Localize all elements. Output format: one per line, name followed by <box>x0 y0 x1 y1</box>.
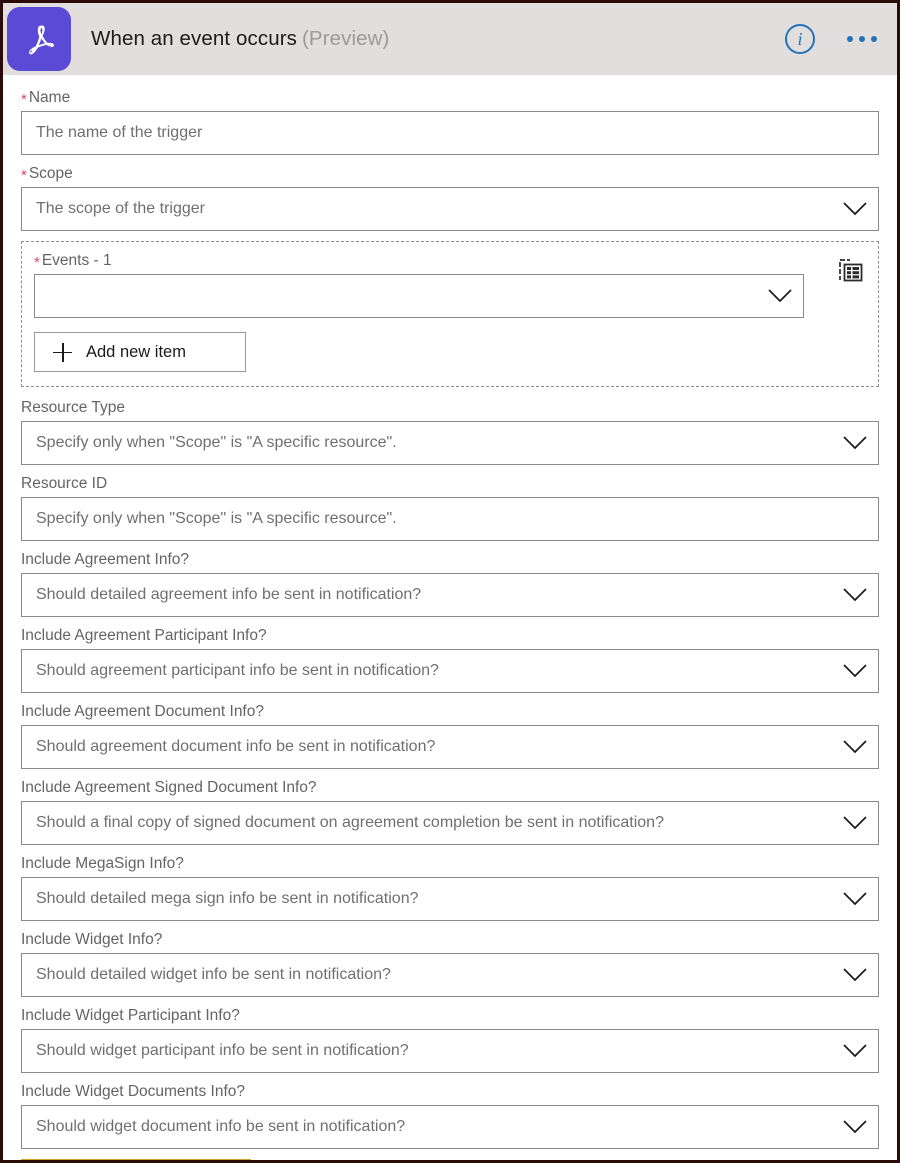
field-label-text: Include Widget Info? <box>21 931 163 948</box>
field-label: Resource ID <box>21 475 879 493</box>
field-label-text: Resource Type <box>21 399 125 416</box>
include-agreement-info-select[interactable]: Should detailed agreement info be sent i… <box>21 573 879 617</box>
required-marker: * <box>21 167 27 184</box>
field-label-text: Events - 1 <box>41 252 112 269</box>
required-marker: * <box>34 254 40 271</box>
include-widget-documents-info-select[interactable]: Should widget document info be sent in n… <box>21 1105 879 1149</box>
events-array-container: * Events - 1 Add new item <box>21 241 879 387</box>
chevron-down-icon[interactable] <box>832 891 878 907</box>
field-label-text: Include Widget Participant Info? <box>21 1007 240 1024</box>
card-header: When an event occurs (Preview) i <box>3 3 897 75</box>
include-agreement-participant-info-placeholder: Should agreement participant info be sen… <box>36 662 439 679</box>
field-label-text: Include Agreement Document Info? <box>21 703 264 720</box>
field-label: Include Agreement Signed Document Info? <box>21 779 879 797</box>
chevron-down-icon[interactable] <box>832 1119 878 1135</box>
field-label: Include Agreement Document Info? <box>21 703 879 721</box>
chevron-down-icon[interactable] <box>832 739 878 755</box>
resource-type-placeholder: Specify only when "Scope" is "A specific… <box>36 434 397 451</box>
field-label-text: Include Agreement Participant Info? <box>21 627 267 644</box>
include-widget-participant-info-select[interactable]: Should widget participant info be sent i… <box>21 1029 879 1073</box>
field-label-text: Include Agreement Info? <box>21 551 190 568</box>
chevron-down-icon[interactable] <box>832 201 878 217</box>
field-label: Include Widget Info? <box>21 931 879 949</box>
field-label: * Scope <box>21 165 879 184</box>
field-label: Include Agreement Participant Info? <box>21 627 879 645</box>
field-label-text: Name <box>28 89 71 106</box>
info-icon[interactable]: i <box>785 24 815 54</box>
card-body: * Name The name of the trigger * Scope The… <box>3 75 897 1160</box>
field-include-widget-participant-info: Include Widget Participant Info? Should w… <box>21 1007 879 1073</box>
field-label-text: Scope <box>28 165 73 182</box>
hide-advanced-options-button[interactable]: Hide advanced options <box>21 1159 251 1160</box>
chevron-down-icon[interactable] <box>832 587 878 603</box>
chevron-down-icon[interactable] <box>832 1043 878 1059</box>
events-select[interactable] <box>34 274 804 318</box>
include-megasign-info-placeholder: Should detailed mega sign info be sent i… <box>36 890 419 907</box>
chevron-down-icon[interactable] <box>832 435 878 451</box>
advanced-fields-list: Resource Type Specify only when "Scope" i… <box>21 399 879 1149</box>
resource-type-select[interactable]: Specify only when "Scope" is "A specific… <box>21 421 879 465</box>
field-label: Include Widget Participant Info? <box>21 1007 879 1025</box>
field-include-agreement-signed-document-info: Include Agreement Signed Document Info? S… <box>21 779 879 845</box>
field-resource-id: Resource ID Specify only when "Scope" is … <box>21 475 879 541</box>
field-include-agreement-participant-info: Include Agreement Participant Info? Shoul… <box>21 627 879 693</box>
advanced-toggle-wrap: Hide advanced options <box>21 1159 879 1160</box>
plus-icon <box>53 342 72 362</box>
preview-badge: (Preview) <box>301 27 390 50</box>
include-agreement-info-placeholder: Should detailed agreement info be sent i… <box>36 586 422 603</box>
ellipsis-icon[interactable] <box>845 28 879 50</box>
switch-to-array-input-icon[interactable] <box>836 256 866 286</box>
name-input-placeholder: The name of the trigger <box>36 124 203 141</box>
include-agreement-signed-document-info-placeholder: Should a final copy of signed document o… <box>36 814 664 831</box>
field-label-text: Include MegaSign Info? <box>21 855 184 872</box>
header-actions: i <box>785 3 879 75</box>
add-new-item-label: Add new item <box>86 342 186 361</box>
card-title: When an event occurs (Preview) <box>91 27 389 51</box>
include-megasign-info-select[interactable]: Should detailed mega sign info be sent i… <box>21 877 879 921</box>
add-new-item-button[interactable]: Add new item <box>34 332 246 372</box>
scope-select-placeholder: The scope of the trigger <box>36 200 205 217</box>
include-widget-participant-info-placeholder: Should widget participant info be sent i… <box>36 1042 409 1059</box>
include-agreement-document-info-placeholder: Should agreement document info be sent i… <box>36 738 436 755</box>
ellipsis-dot <box>847 36 853 42</box>
chevron-down-icon[interactable] <box>832 967 878 983</box>
field-resource-type: Resource Type Specify only when "Scope" i… <box>21 399 879 465</box>
ellipsis-dot <box>859 36 865 42</box>
name-input[interactable]: The name of the trigger <box>21 111 879 155</box>
chevron-down-icon[interactable] <box>757 288 803 304</box>
field-include-widget-documents-info: Include Widget Documents Info? Should wid… <box>21 1083 879 1149</box>
trigger-card: When an event occurs (Preview) i * Name Th… <box>0 0 900 1163</box>
field-label-text: Resource ID <box>21 475 108 492</box>
resource-id-placeholder: Specify only when "Scope" is "A specific… <box>36 510 397 527</box>
chevron-down-icon[interactable] <box>832 663 878 679</box>
events-array-label: * Events - 1 <box>34 252 866 271</box>
field-include-agreement-info: Include Agreement Info? Should detailed a… <box>21 551 879 617</box>
include-widget-info-select[interactable]: Should detailed widget info be sent in n… <box>21 953 879 997</box>
include-widget-documents-info-placeholder: Should widget document info be sent in n… <box>36 1118 406 1135</box>
include-widget-info-placeholder: Should detailed widget info be sent in n… <box>36 966 391 983</box>
field-include-megasign-info: Include MegaSign Info? Should detailed me… <box>21 855 879 921</box>
field-label: * Name <box>21 89 879 108</box>
scope-select[interactable]: The scope of the trigger <box>21 187 879 231</box>
card-title-text: When an event occurs <box>91 27 297 50</box>
include-agreement-signed-document-info-select[interactable]: Should a final copy of signed document o… <box>21 801 879 845</box>
field-label-text: Include Widget Documents Info? <box>21 1083 246 1100</box>
field-label-text: Include Agreement Signed Document Info? <box>21 779 317 796</box>
field-label: Include Agreement Info? <box>21 551 879 569</box>
include-agreement-participant-info-select[interactable]: Should agreement participant info be sen… <box>21 649 879 693</box>
chevron-down-icon[interactable] <box>832 815 878 831</box>
field-include-widget-info: Include Widget Info? Should detailed widg… <box>21 931 879 997</box>
field-include-agreement-document-info: Include Agreement Document Info? Should a… <box>21 703 879 769</box>
resource-id-input[interactable]: Specify only when "Scope" is "A specific… <box>21 497 879 541</box>
field-scope: * Scope The scope of the trigger <box>21 165 879 231</box>
include-agreement-document-info-select[interactable]: Should agreement document info be sent i… <box>21 725 879 769</box>
info-glyph: i <box>797 29 803 49</box>
field-label: Include Widget Documents Info? <box>21 1083 879 1101</box>
field-label: Include MegaSign Info? <box>21 855 879 873</box>
required-marker: * <box>21 91 27 108</box>
field-name: * Name The name of the trigger <box>21 89 879 155</box>
adobe-sign-logo-icon <box>7 7 71 71</box>
ellipsis-dot <box>871 36 877 42</box>
field-label: Resource Type <box>21 399 879 417</box>
